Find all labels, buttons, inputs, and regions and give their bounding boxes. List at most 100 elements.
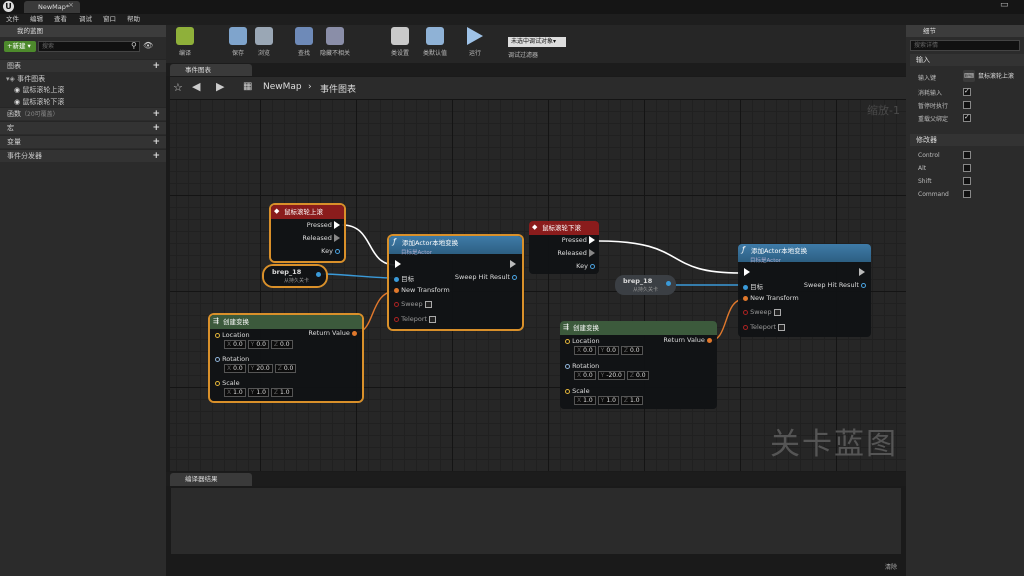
exec-out-pin[interactable] xyxy=(334,234,340,242)
debug-object-select[interactable]: 未选中调试对象▾ xyxy=(508,37,566,47)
toolbar-button-gear[interactable]: 编译 xyxy=(168,27,202,57)
menu-window[interactable]: 窗口 xyxy=(103,14,116,25)
keyboard-icon[interactable]: ⌨ xyxy=(963,70,975,82)
exec-out-pin[interactable] xyxy=(859,268,865,276)
menu-help[interactable]: 帮助 xyxy=(127,14,140,25)
pin-target: 目标 xyxy=(750,283,764,291)
clear-button[interactable]: 清除 xyxy=(885,562,897,571)
modifier-alt-checkbox[interactable] xyxy=(963,164,971,172)
location-x-field[interactable]: X 0.0 xyxy=(574,346,596,355)
scale-z-field[interactable]: Z 1.0 xyxy=(620,396,643,405)
rotation-x-field[interactable]: X 0.0 xyxy=(574,371,596,380)
graph-canvas[interactable]: 缩放-1 关卡蓝图 鼠标滚轮上滚 ◆ Pressed Released Key … xyxy=(170,99,906,471)
menu-edit[interactable]: 编辑 xyxy=(30,14,43,25)
scale-y-field[interactable]: Y 1.0 xyxy=(247,388,269,397)
location-z-field[interactable]: Z 0.0 xyxy=(270,340,293,349)
my-blueprint-header: 我的蓝图 xyxy=(0,25,166,37)
variables-section[interactable]: 变量 + xyxy=(0,135,166,148)
exec-out-pin[interactable] xyxy=(510,260,516,268)
input-section[interactable]: 输入 xyxy=(910,54,1024,66)
scale-x-field[interactable]: X 1.0 xyxy=(574,396,596,405)
scale-z-field[interactable]: Z 1.0 xyxy=(270,388,293,397)
add-macro-icon[interactable]: + xyxy=(152,122,160,135)
modifiers-section[interactable]: 修改器 xyxy=(910,134,1024,146)
teleport-checkbox[interactable] xyxy=(778,323,786,331)
modifier-control-checkbox[interactable] xyxy=(963,151,971,159)
menu-view[interactable]: 查看 xyxy=(54,14,67,25)
modifier-command-checkbox[interactable] xyxy=(963,190,971,198)
rotation-x-field[interactable]: X 0.0 xyxy=(224,364,246,373)
key-pin[interactable] xyxy=(335,248,340,254)
sweep-checkbox[interactable] xyxy=(424,300,432,308)
graphs-section[interactable]: 图表 + xyxy=(0,59,166,72)
make-transform-node-1[interactable]: 创建变换 ⇶ Return Value Location X 0.0 Y 0.0 Z 0.… xyxy=(210,315,362,401)
toolbar-button-browse[interactable]: 浏览 xyxy=(247,27,281,57)
modifier-alt-label: Alt xyxy=(918,165,927,172)
make-transform-node-2[interactable]: 创建变换 ⇶ Return Value Location X 0.0 Y 0.0 Z 0.… xyxy=(560,321,717,409)
modifier-shift-checkbox[interactable] xyxy=(963,177,971,185)
unreal-logo-icon[interactable]: U xyxy=(3,1,14,12)
close-tab-icon[interactable]: × xyxy=(68,1,74,9)
exec-in-pin[interactable] xyxy=(744,268,750,276)
toolbar-button-class-defaults[interactable]: 类默认值 xyxy=(418,27,452,57)
location-x-field[interactable]: X 0.0 xyxy=(224,340,246,349)
menu-file[interactable]: 文件 xyxy=(6,14,19,25)
menu-debug[interactable]: 调试 xyxy=(79,14,92,25)
exec-in-pin[interactable] xyxy=(395,260,401,268)
details-search-input[interactable]: 搜索详情 xyxy=(910,40,1020,51)
event-node-wheel-down[interactable]: 鼠标滚轮下滚 ◆ Pressed Released Key xyxy=(529,221,599,274)
add-local-transform-node-2[interactable]: 添加Actor本地变换 ƒ 目标是Actor 目标 Sweep Hit Resu… xyxy=(738,244,871,337)
view-options-icon[interactable]: 👁 xyxy=(143,41,153,50)
exec-out-pin[interactable] xyxy=(589,249,595,257)
breadcrumb-root[interactable]: NewMap xyxy=(263,82,302,92)
scale-x-field[interactable]: X 1.0 xyxy=(224,388,246,397)
actor-reference-node-1[interactable]: brep_18 从持久关卡 xyxy=(264,266,326,286)
macros-section[interactable]: 宏 + xyxy=(0,121,166,134)
rotation-z-field[interactable]: Z 0.0 xyxy=(626,371,649,380)
toolbar-button-play[interactable]: 运行 xyxy=(458,27,492,57)
add-function-icon[interactable]: + xyxy=(152,108,160,121)
location-z-field[interactable]: Z 0.0 xyxy=(620,346,643,355)
exec-out-pin[interactable] xyxy=(334,221,340,229)
location-y-field[interactable]: Y 0.0 xyxy=(597,346,619,355)
input-key-value[interactable]: 鼠标滚轮上滚 xyxy=(978,71,1014,80)
back-arrow-icon[interactable]: ◀ xyxy=(192,80,200,93)
blueprint-search-input[interactable]: 搜索 xyxy=(38,41,140,52)
debug-filter-label: 调试过滤器 xyxy=(508,52,539,59)
sweep-checkbox[interactable] xyxy=(773,308,781,316)
event-node-wheel-up[interactable]: 鼠标滚轮上滚 ◆ Pressed Released Key xyxy=(271,205,344,261)
override-parent-checkbox[interactable] xyxy=(963,113,971,122)
consume-input-checkbox[interactable] xyxy=(963,87,971,96)
rotation-y-field[interactable]: Y 20.0 xyxy=(247,364,273,373)
object-out-pin[interactable] xyxy=(666,281,671,286)
event-graph-item[interactable]: ▾◈ 事件图表 xyxy=(6,74,45,84)
event-dispatchers-section[interactable]: 事件分发器 + xyxy=(0,149,166,162)
toolbar-button-find[interactable]: 查找 xyxy=(287,27,321,57)
new-button[interactable]: +新建 ▾ xyxy=(4,41,36,52)
actor-reference-node-2[interactable]: brep_18 从持久关卡 xyxy=(615,275,676,295)
add-dispatcher-icon[interactable]: + xyxy=(152,150,160,163)
toolbar-button-hide[interactable]: 隐藏不相关 xyxy=(318,27,352,57)
toolbar-button-class-settings[interactable]: 类设置 xyxy=(383,27,417,57)
favorite-star-icon[interactable]: ☆ xyxy=(173,81,183,94)
key-pin[interactable] xyxy=(590,263,595,269)
forward-arrow-icon[interactable]: ▶ xyxy=(216,80,224,93)
exec-out-pin[interactable] xyxy=(589,236,595,244)
tab-event-graph[interactable]: 事件图表 xyxy=(170,64,252,76)
teleport-checkbox[interactable] xyxy=(429,315,437,323)
location-y-field[interactable]: Y 0.0 xyxy=(247,340,269,349)
scale-y-field[interactable]: Y 1.0 xyxy=(597,396,619,405)
rotation-z-field[interactable]: Z 0.0 xyxy=(274,364,297,373)
add-local-transform-node-1[interactable]: 添加Actor本地变换 ƒ 目标是Actor 目标 Sweep Hit Resu… xyxy=(389,236,522,329)
rotation-y-field[interactable]: Y -20.0 xyxy=(597,371,625,380)
add-graph-icon[interactable]: + xyxy=(152,60,160,73)
event-item-wheel-up[interactable]: ◉ 鼠标滚轮上滚 xyxy=(14,85,64,95)
execute-paused-checkbox[interactable] xyxy=(963,101,971,109)
object-out-pin[interactable] xyxy=(316,272,321,277)
pin-location: Location xyxy=(572,337,600,345)
event-item-wheel-down[interactable]: ◉ 鼠标滚轮下滚 xyxy=(14,97,64,107)
restore-window-icon[interactable]: ▭ xyxy=(1000,0,1009,10)
add-variable-icon[interactable]: + xyxy=(152,136,160,149)
tab-compiler-results[interactable]: 编译器结果 xyxy=(170,473,252,486)
functions-section[interactable]: 函数（20可覆盖） + xyxy=(0,107,166,120)
